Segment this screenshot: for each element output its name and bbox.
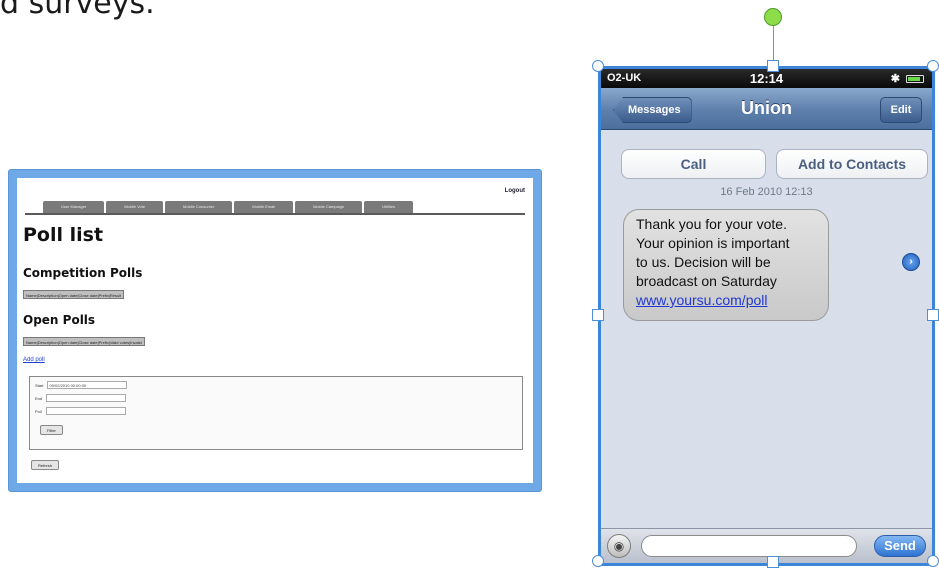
tab-mobile-email[interactable]: Mobile Email [234,201,294,213]
selection-handle-top[interactable] [767,60,779,72]
tab-user-manager[interactable]: User Manager [43,201,105,213]
selection-handle-left[interactable] [592,309,604,321]
selection-handle-bottom-left[interactable] [592,555,604,567]
bluetooth-icon: ✱ [890,73,900,85]
page-title: Poll list [23,224,104,246]
start-date-input[interactable]: 09/02/2010 00:00:00 [47,381,128,389]
selection-handle-top-left[interactable] [592,60,604,72]
status-icons: ✱ [891,72,924,85]
message-line: to us. Decision will be [636,254,771,270]
message-line: Your opinion is important [636,235,790,251]
detail-disclosure-icon[interactable]: › [902,253,920,271]
competition-polls-heading: Competition Polls [23,266,143,280]
selection-handle-bottom[interactable] [767,556,779,568]
tab-mobile-consumer[interactable]: Mobile Consumer [165,201,233,213]
add-to-contacts-button[interactable]: Add to Contacts [776,149,928,179]
poll-url-link[interactable]: www.yoursu.com/poll [636,291,818,310]
end-row: End [35,394,127,402]
poll-input[interactable] [45,407,126,415]
selection-handle-bottom-right[interactable] [927,555,939,567]
competition-polls-table-header: Name|Description|Open date|Close date|Pr… [23,290,125,299]
camera-icon[interactable]: ◉ [607,534,631,558]
clock: 12:14 [749,71,784,86]
tab-utilities[interactable]: Utilities [364,201,413,213]
rotate-handle[interactable] [764,8,782,26]
refresh-button[interactable]: Refresh [31,460,60,470]
poll-label: Poll [35,408,42,414]
message-timestamp: 16 Feb 2010 12:13 [720,186,813,198]
end-label: End [35,395,43,401]
call-button[interactable]: Call [621,149,766,179]
tab-mobile-campaign[interactable]: Mobile Campaign [295,201,363,213]
poll-page: Logout User Manager Mobile Vote Mobile C… [17,178,533,483]
send-button[interactable]: Send [874,535,926,557]
selection-handle-top-right[interactable] [927,60,939,72]
tab-divider [25,213,525,215]
open-polls-heading: Open Polls [23,313,96,327]
logout-link[interactable]: Logout [505,188,525,194]
message-bubble: Thank you for your vote. Your opinion is… [623,209,829,321]
message-line: Thank you for your vote. [636,216,787,232]
edit-button[interactable]: Edit [880,97,922,123]
poll-nav-tabs: User Manager Mobile Vote Mobile Consumer… [43,201,413,213]
add-poll-link[interactable]: Add poll [23,357,45,363]
battery-icon [906,74,924,83]
start-row: Start 09/02/2010 00:00:00 [35,381,128,389]
iphone-sms-screenshot[interactable]: O2-UK 12:14 ✱ Messages Union Edit Call A… [598,66,935,566]
navigation-bar: Messages Union Edit [601,88,932,130]
message-line: broadcast on Saturday [636,273,777,289]
message-input[interactable] [641,535,857,557]
poll-row: Poll [35,407,126,415]
start-label: Start [35,382,44,388]
filter-button[interactable]: Filter [40,425,63,435]
tab-mobile-vote[interactable]: Mobile Vote [106,201,164,213]
poll-list-screenshot: Logout User Manager Mobile Vote Mobile C… [8,169,542,492]
filter-panel: Start 09/02/2010 00:00:00 End Poll Filte… [29,376,523,450]
slide-heading-fragment: d surveys. [0,0,155,21]
open-polls-table-header: Name|Description|Open date|Close date|Pr… [23,337,145,346]
selection-handle-right[interactable] [927,309,939,321]
end-date-input[interactable] [46,394,127,402]
